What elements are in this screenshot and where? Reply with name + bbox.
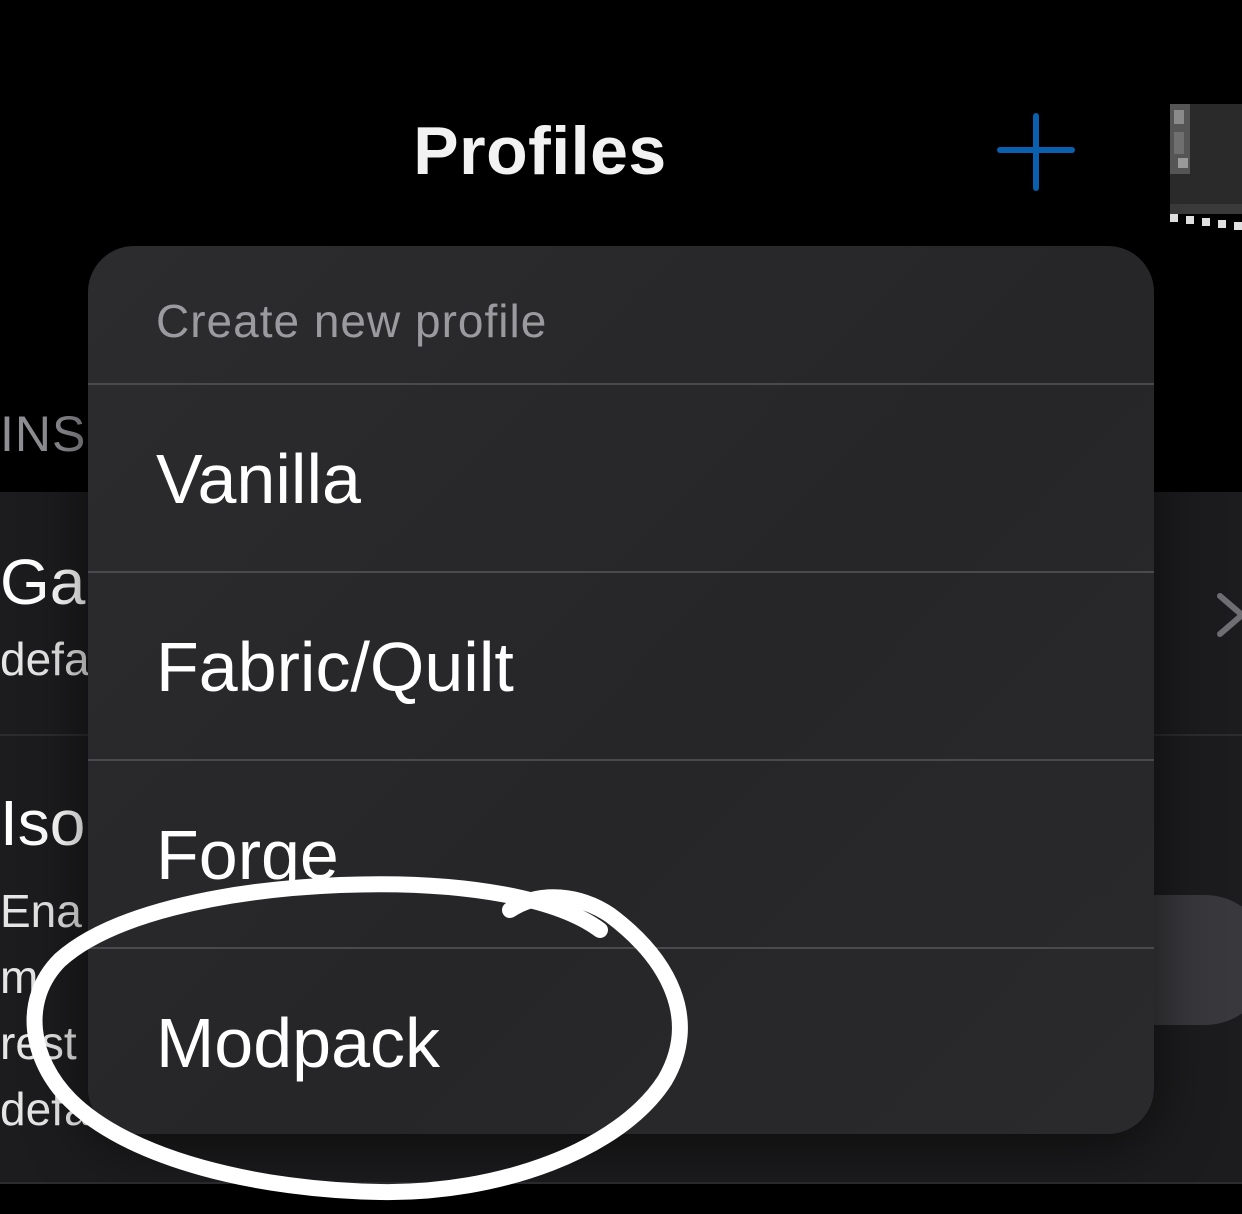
screen: Profiles INS Ga defa Iso Ena m rest defa… [0,0,1242,1214]
row-subtitle: defa [0,1083,90,1135]
row-title: Ga [0,546,86,618]
section-header: INS [0,406,87,462]
menu-item-forge[interactable]: Forge [88,761,1154,948]
row-subtitle: defa [0,633,90,685]
row-subtitle: Ena [0,885,82,937]
menu-header: Create new profile [156,295,548,347]
chevron-right-icon [1212,590,1242,640]
add-profile-button[interactable] [996,112,1076,192]
row-divider [0,1182,1242,1184]
avatar[interactable] [1160,92,1242,237]
create-profile-menu: Create new profile Vanilla Fabric/Quilt … [88,246,1154,1134]
menu-item-modpack[interactable]: Modpack [88,949,1154,1134]
menu-item-vanilla[interactable]: Vanilla [88,385,1154,572]
row-subtitle: m [0,951,39,1003]
page-title: Profiles [413,113,667,189]
row-title: Iso [0,787,86,859]
plus-icon [997,113,1075,191]
menu-item-fabric-quilt[interactable]: Fabric/Quilt [88,573,1154,760]
row-subtitle: rest [0,1017,77,1069]
player-head-icon [1170,104,1242,230]
